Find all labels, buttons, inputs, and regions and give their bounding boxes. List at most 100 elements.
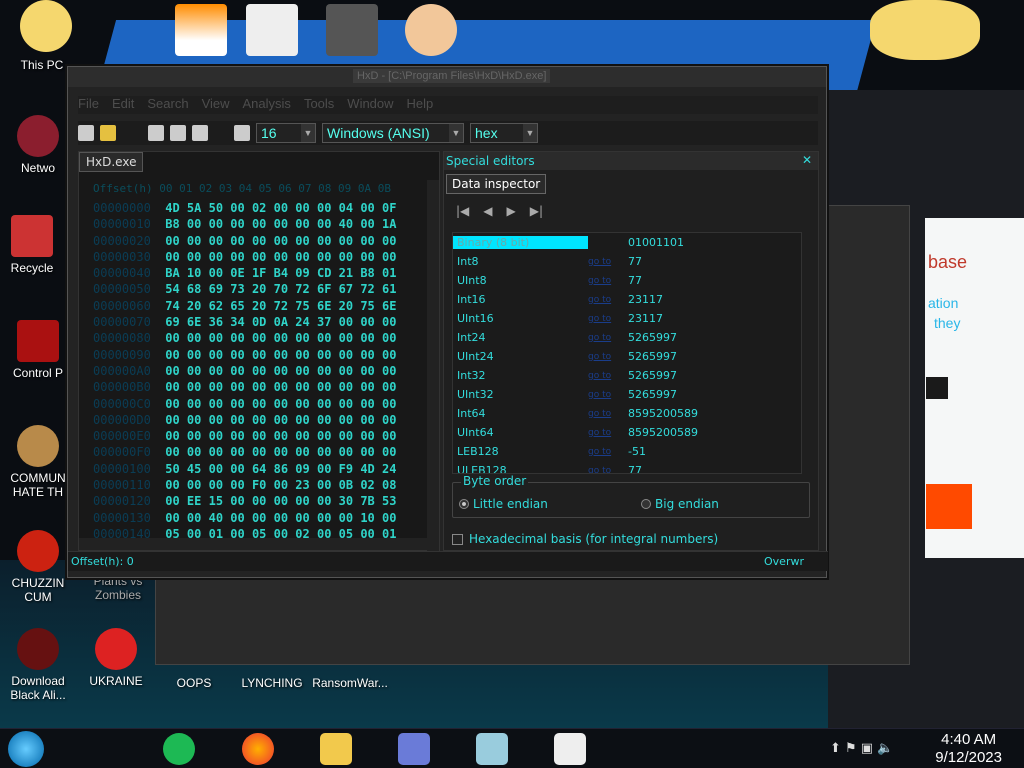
inspector-row[interactable]: Int24 go to 5265997 (453, 328, 801, 347)
clock[interactable]: 4:40 AM 9/12/2023 (935, 731, 1002, 767)
save-icon[interactable] (192, 125, 208, 141)
hex-row[interactable]: 000000C0 00 00 00 00 00 00 00 00 00 00 0… (93, 396, 396, 412)
chevron-down-icon[interactable]: ▼ (523, 124, 537, 142)
open-ram-icon[interactable] (170, 125, 186, 141)
inspector-row[interactable]: UInt24 go to 5265997 (453, 347, 801, 366)
checkbox[interactable] (452, 533, 463, 545)
desktop-icon-ransomware[interactable]: RansomWar... (312, 676, 388, 690)
radio-dot[interactable] (459, 499, 469, 509)
new-file-icon[interactable] (78, 125, 94, 141)
hex-bytes[interactable]: 74 20 62 65 20 72 75 6E 20 75 6E (165, 299, 396, 313)
hex-row[interactable]: 000000E0 00 00 00 00 00 00 00 00 00 00 0… (93, 428, 396, 444)
inspector-row[interactable]: Int32 go to 5265997 (453, 366, 801, 385)
menu-help[interactable]: Help (407, 96, 434, 114)
chevron-down-icon[interactable]: ▼ (301, 124, 315, 142)
maze-icon[interactable] (326, 4, 378, 56)
inspector-goto-link[interactable]: go to (588, 371, 628, 381)
hex-bytes[interactable]: 50 45 00 00 64 86 09 00 F9 4D 24 (165, 462, 396, 476)
hex-bytes[interactable]: 00 00 00 00 00 00 00 00 00 00 00 (165, 413, 396, 427)
inspector-goto-link[interactable]: go to (588, 257, 628, 267)
desktop-icon-commun[interactable]: COMMUN HATE TH (0, 425, 76, 499)
inspector-row[interactable]: Binary (8 bit) 01001101 (453, 233, 801, 252)
hex-row[interactable]: 00000090 00 00 00 00 00 00 00 00 00 00 0… (93, 347, 396, 363)
hex-row[interactable]: 00000030 00 00 00 00 00 00 00 00 00 00 0… (93, 249, 396, 265)
next-icon[interactable]: ▶ (507, 204, 516, 218)
inspector-row[interactable]: Int64 go to 8595200589 (453, 404, 801, 423)
hex-bytes[interactable]: BA 10 00 0E 1F B4 09 CD 21 B8 01 (165, 266, 396, 280)
notepad-icon[interactable] (476, 733, 508, 765)
hex-row[interactable]: 00000010 B8 00 00 00 00 00 00 00 40 00 1… (93, 216, 396, 232)
inspector-goto-link[interactable]: go to (588, 295, 628, 305)
desktop-icon-download-black[interactable]: Download Black Ali... (0, 628, 76, 702)
hex-bytes[interactable]: 00 00 00 00 00 00 00 00 00 00 00 (165, 380, 396, 394)
desktop-icon-lynching[interactable]: LYNCHING (234, 676, 310, 690)
big-endian-radio[interactable]: Big endian (641, 497, 719, 511)
inspector-goto-link[interactable]: go to (588, 276, 628, 286)
inspector-row[interactable]: UInt64 go to 8595200589 (453, 423, 801, 442)
first-icon[interactable]: |◀ (456, 204, 469, 218)
chevron-down-icon[interactable]: ▼ (449, 124, 463, 142)
desktop-icon-recycle[interactable]: Recycle (0, 215, 70, 275)
tab-data-inspector[interactable]: Data inspector (446, 174, 547, 194)
menu-view[interactable]: View (202, 96, 230, 114)
close-icon[interactable]: ✕ (802, 153, 812, 167)
inspector-goto-link[interactable]: go to (588, 390, 628, 400)
control-app-icon[interactable] (398, 733, 430, 765)
hex-bytes[interactable]: 00 00 00 00 00 00 00 00 00 00 00 (165, 348, 396, 362)
firefox-icon[interactable] (242, 733, 274, 765)
prev-icon[interactable]: ◀ (483, 204, 492, 218)
start-orb-icon[interactable] (8, 731, 44, 767)
open-disk-icon[interactable] (148, 125, 164, 141)
desktop-icon-chuzzin[interactable]: CHUZZIN CUM (0, 530, 76, 604)
hex-bytes[interactable]: 00 00 40 00 00 00 00 00 00 10 00 (165, 511, 396, 525)
tray-icons[interactable]: ⬆ ⚑ ▣ 🔈 (830, 741, 893, 756)
desktop-icon-ukraine[interactable]: UKRAINE (78, 628, 154, 688)
inspector-row[interactable]: UInt16 go to 23117 (453, 309, 801, 328)
desktop-icon-network[interactable]: Netwo (0, 115, 76, 175)
open-folder-icon[interactable] (100, 125, 116, 141)
data-inspector-table[interactable]: Binary (8 bit) 01001101 Int8 go to 77 UInt8 go… (452, 232, 802, 474)
hex-bytes[interactable]: 00 EE 15 00 00 00 00 00 30 7B 53 (165, 494, 396, 508)
last-icon[interactable]: ▶| (530, 204, 543, 218)
offset-base-select[interactable]: hex ▼ (470, 123, 538, 143)
horizontal-scrollbar[interactable] (79, 538, 429, 550)
hex-bytes[interactable]: 00 00 00 00 F0 00 23 00 0B 02 08 (165, 478, 396, 492)
hex-row[interactable]: 000000F0 00 00 00 00 00 00 00 00 00 00 0… (93, 444, 396, 460)
hex-row[interactable]: 00000000 4D 5A 50 00 02 00 00 00 04 00 0… (93, 200, 396, 216)
file-explorer-icon[interactable] (320, 733, 352, 765)
title-bar[interactable]: HxD - [C:\Program Files\HxD\HxD.exe] (68, 67, 826, 87)
hex-row[interactable]: 00000120 00 EE 15 00 00 00 00 00 30 7B 5… (93, 493, 396, 509)
hex-bytes[interactable]: 00 00 00 00 00 00 00 00 00 00 00 (165, 250, 396, 264)
hex-row[interactable]: 000000A0 00 00 00 00 00 00 00 00 00 00 0… (93, 363, 396, 379)
inspector-goto-link[interactable]: go to (588, 352, 628, 362)
inspector-goto-link[interactable]: go to (588, 409, 628, 419)
hex-bytes[interactable]: 00 00 00 00 00 00 00 00 00 00 00 (165, 234, 396, 248)
inspector-row[interactable]: UInt32 go to 5265997 (453, 385, 801, 404)
radio-dot[interactable] (641, 499, 651, 509)
hex-row[interactable]: 000000D0 00 00 00 00 00 00 00 00 00 00 0… (93, 412, 396, 428)
hex-bytes[interactable]: 4D 5A 50 00 02 00 00 00 04 00 0F (165, 201, 396, 215)
hex-bytes[interactable]: 54 68 69 73 20 70 72 6F 67 72 61 (165, 282, 396, 296)
inspector-goto-link[interactable]: go to (588, 314, 628, 324)
inspector-row[interactable]: Int16 go to 23117 (453, 290, 801, 309)
hex-bytes[interactable]: B8 00 00 00 00 00 00 00 40 00 1A (165, 217, 396, 231)
menu-analysis[interactable]: Analysis (243, 96, 291, 114)
little-endian-radio[interactable]: Little endian (459, 497, 548, 511)
hex-basis-checkbox[interactable]: Hexadecimal basis (for integral numbers) (452, 532, 718, 546)
tab-hxd-exe[interactable]: HxD.exe (79, 152, 144, 172)
inspector-row[interactable]: ULEB128 go to 77 (453, 461, 801, 473)
menu-search[interactable]: Search (147, 96, 188, 114)
hex-row[interactable]: 00000110 00 00 00 00 F0 00 23 00 0B 02 0… (93, 477, 396, 493)
status-mode[interactable]: Overwr (764, 555, 804, 568)
inspector-row[interactable]: LEB128 go to -51 (453, 442, 801, 461)
hxd-taskbar-icon[interactable] (554, 733, 586, 765)
green-app-icon[interactable] (163, 733, 195, 765)
inspector-goto-link[interactable]: go to (588, 447, 628, 457)
hex-bytes[interactable]: 00 00 00 00 00 00 00 00 00 00 00 (165, 397, 396, 411)
hex-editor-panel[interactable]: HxD.exe Offset(h) 00 01 02 03 04 05 06 0… (78, 151, 440, 552)
bytes-per-row-select[interactable]: 16 ▼ (256, 123, 316, 143)
hex-bytes[interactable]: 00 00 00 00 00 00 00 00 00 00 00 (165, 364, 396, 378)
menu-window[interactable]: Window (347, 96, 393, 114)
hex-row[interactable]: 00000050 54 68 69 73 20 70 72 6F 67 72 6… (93, 281, 396, 297)
doctor-icon[interactable] (405, 4, 457, 56)
